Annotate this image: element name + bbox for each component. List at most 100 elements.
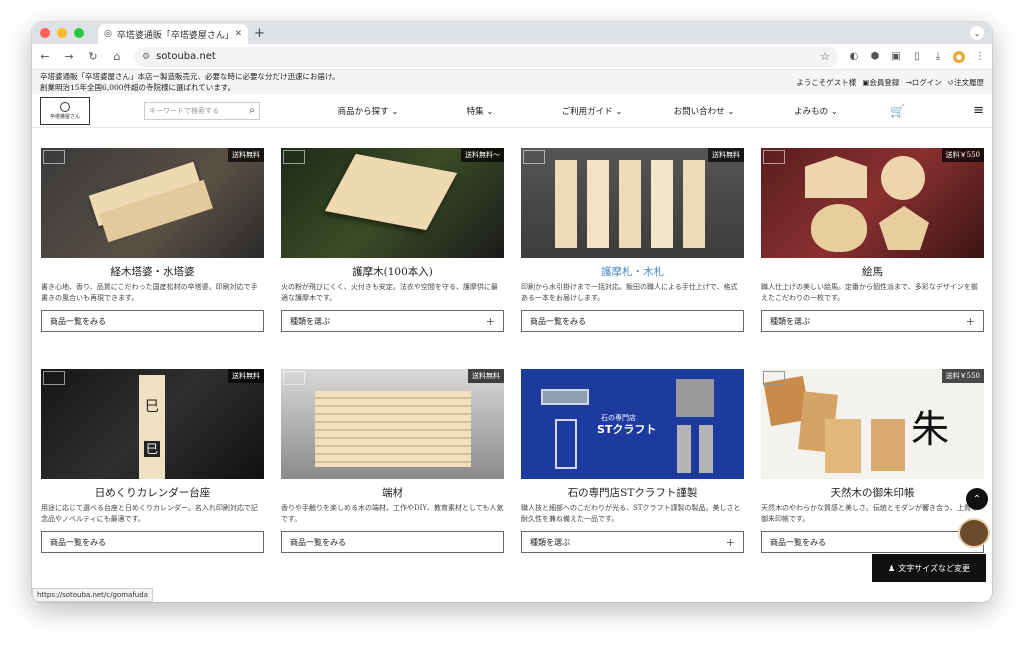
- bookmark-star-icon[interactable]: ☆: [820, 50, 830, 63]
- tab-search-icon[interactable]: ⌄: [970, 26, 984, 40]
- view-list-button[interactable]: 商品一覧をみる: [41, 310, 264, 332]
- product-description: 用途に応じて選べる台座と日めくりカレンダー。名入れ印刷対応で記念品やノベルティに…: [41, 504, 258, 523]
- product-title[interactable]: 天然木の御朱印帳: [761, 485, 984, 500]
- puzzle-icon[interactable]: ▣: [890, 51, 902, 63]
- search-input[interactable]: キーワードで検索する ⌕: [144, 101, 260, 120]
- chat-mascot-avatar[interactable]: [958, 518, 990, 548]
- chevron-down-icon: ⌄: [727, 106, 735, 117]
- tray-shape: [541, 389, 589, 405]
- button-label: 種類を選ぶ: [530, 537, 570, 547]
- font-size-label: 文字サイズなど変更: [898, 563, 970, 573]
- select-type-button[interactable]: 種類を選ぶ +: [281, 310, 504, 332]
- order-history-link[interactable]: ↺注文履歴: [948, 77, 984, 88]
- shipping-badge: 送料無料: [708, 148, 744, 162]
- zoom-window-button[interactable]: [74, 28, 84, 38]
- product-image[interactable]: 巳 巳 送料無料: [41, 369, 264, 479]
- nav-item-guide[interactable]: ご利用ガイド ⌄: [536, 105, 648, 117]
- search-placeholder: キーワードで検索する: [149, 106, 219, 115]
- home-icon[interactable]: ⌂: [110, 50, 124, 63]
- brand-stamp-icon: [523, 150, 545, 164]
- button-label: 商品一覧をみる: [530, 316, 586, 326]
- select-type-button[interactable]: 種類を選ぶ +: [761, 310, 984, 332]
- site-logo[interactable]: 卒塔婆屋さん: [40, 96, 90, 125]
- stone-vase-shape: [699, 425, 713, 473]
- view-list-button[interactable]: 商品一覧をみる: [281, 531, 504, 553]
- kebab-menu-icon[interactable]: ⋮: [974, 51, 986, 63]
- view-list-button[interactable]: 商品一覧をみる: [521, 310, 744, 332]
- product-card: 送料無料 端材 香りや手触りを楽しめる木の端材。工作やDIY、教育素材としても人…: [281, 369, 504, 553]
- shipping-badge: 送料無料〜: [461, 148, 504, 162]
- shipping-badge: 送料￥550: [941, 369, 984, 383]
- product-image[interactable]: 送料無料〜: [281, 148, 504, 258]
- button-label: 種類を選ぶ: [770, 316, 810, 326]
- product-card: 朱 送料￥550 天然木の御朱印帳 天然木のやわらかな質感と美しさ。伝統とモダン…: [761, 369, 984, 553]
- shield-icon[interactable]: ⬢: [869, 51, 881, 63]
- tab-close-icon[interactable]: ✕: [234, 29, 242, 39]
- browser-tab[interactable]: ◎ 卒塔婆通販「卒塔婆屋さん」製造 ✕: [98, 24, 248, 44]
- image-caption-brand: STクラフト: [597, 423, 657, 436]
- scroll-to-top-button[interactable]: ⌃: [966, 488, 988, 510]
- view-list-button[interactable]: 商品一覧をみる: [41, 531, 264, 553]
- gomafuda-shape: [555, 160, 577, 248]
- calendar-stand-shape: [139, 375, 165, 479]
- nav-label: 商品から探す: [337, 106, 389, 117]
- gomafuda-shape: [619, 160, 641, 248]
- view-list-button[interactable]: 商品一覧をみる: [761, 531, 984, 553]
- hamburger-menu-icon[interactable]: ≡: [973, 103, 984, 118]
- new-tab-button[interactable]: +: [254, 26, 265, 41]
- brand-stamp-icon: [43, 150, 65, 164]
- download-icon[interactable]: ⤓: [932, 51, 944, 63]
- product-image[interactable]: 送料無料: [281, 369, 504, 479]
- product-card: 送料無料〜 護摩木(100本入) 火の粉が飛びにくく、火付きも安定。法衣や空間を…: [281, 148, 504, 332]
- login-link[interactable]: ⇥ログイン: [905, 77, 941, 88]
- product-description: 天然木のやわらかな質感と美しさ。伝統とモダンが響き合う、上質な御朱印帳です。: [761, 504, 978, 523]
- product-title[interactable]: 日めくりカレンダー台座: [41, 485, 264, 500]
- register-label: 会員登録: [869, 77, 900, 87]
- shipping-badge: 送料無料: [228, 148, 264, 162]
- reload-icon[interactable]: ↻: [86, 50, 100, 63]
- select-type-button[interactable]: 種類を選ぶ +: [521, 531, 744, 553]
- product-image[interactable]: 送料無料: [521, 148, 744, 258]
- product-title[interactable]: 護摩木(100本入): [281, 264, 504, 279]
- nav-item-contact[interactable]: お問い合わせ ⌄: [648, 105, 760, 117]
- extension-icon[interactable]: ◐: [848, 51, 860, 63]
- nav-item-reading[interactable]: よみもの ⌄: [760, 105, 872, 117]
- nav-item-products[interactable]: 商品から探す ⌄: [312, 105, 424, 117]
- rack-shape: [555, 419, 577, 469]
- product-image[interactable]: 石の専門店 STクラフト: [521, 369, 744, 479]
- product-title[interactable]: 絵馬: [761, 264, 984, 279]
- font-size-settings-button[interactable]: ♟ 文字サイズなど変更: [872, 554, 986, 582]
- search-icon[interactable]: ⌕: [249, 105, 255, 116]
- product-title[interactable]: 端材: [281, 485, 504, 500]
- product-image[interactable]: 朱 送料￥550: [761, 369, 984, 479]
- product-title[interactable]: 石の専門店STクラフト謹製: [521, 485, 744, 500]
- ema-pentagon-shape: [879, 206, 929, 250]
- accessibility-person-icon: ♟: [888, 563, 896, 573]
- plus-icon: +: [965, 314, 975, 328]
- forward-icon[interactable]: →: [62, 50, 76, 63]
- product-description: 印刷から水引掛けまで一括対応。飯田の職人による手仕上げで、格式ある一本をお届けし…: [521, 283, 738, 302]
- ema-circle-shape: [881, 156, 925, 200]
- nav-item-features[interactable]: 特集 ⌄: [424, 105, 536, 117]
- button-label: 種類を選ぶ: [290, 316, 330, 326]
- chevron-down-icon: ⌄: [830, 106, 838, 117]
- register-link[interactable]: ▣会員登録: [862, 77, 899, 88]
- window-controls: [40, 28, 84, 38]
- logo-seal-icon: [60, 101, 70, 112]
- back-icon[interactable]: ←: [38, 50, 52, 63]
- profile-avatar[interactable]: ●: [953, 50, 965, 63]
- cart-icon[interactable]: 🛒: [890, 104, 905, 118]
- product-title[interactable]: 経木塔婆・水塔婆: [41, 264, 264, 279]
- address-bar[interactable]: ⚙ sotouba.net ☆: [134, 46, 838, 67]
- site-info-icon[interactable]: ⚙: [142, 52, 150, 62]
- minimize-window-button[interactable]: [57, 28, 67, 38]
- product-image[interactable]: 送料無料: [41, 148, 264, 258]
- close-window-button[interactable]: [40, 28, 50, 38]
- product-image[interactable]: 送料￥550: [761, 148, 984, 258]
- product-title[interactable]: 護摩札・木札: [521, 264, 744, 279]
- history-label: 注文履歴: [954, 77, 984, 87]
- brand-stamp-icon: [763, 150, 785, 164]
- status-bar-url: https://sotouba.net/c/gomafuda: [32, 588, 153, 602]
- ema-pentagon-shape: [805, 156, 867, 198]
- sidepanel-icon[interactable]: ▯: [911, 51, 923, 63]
